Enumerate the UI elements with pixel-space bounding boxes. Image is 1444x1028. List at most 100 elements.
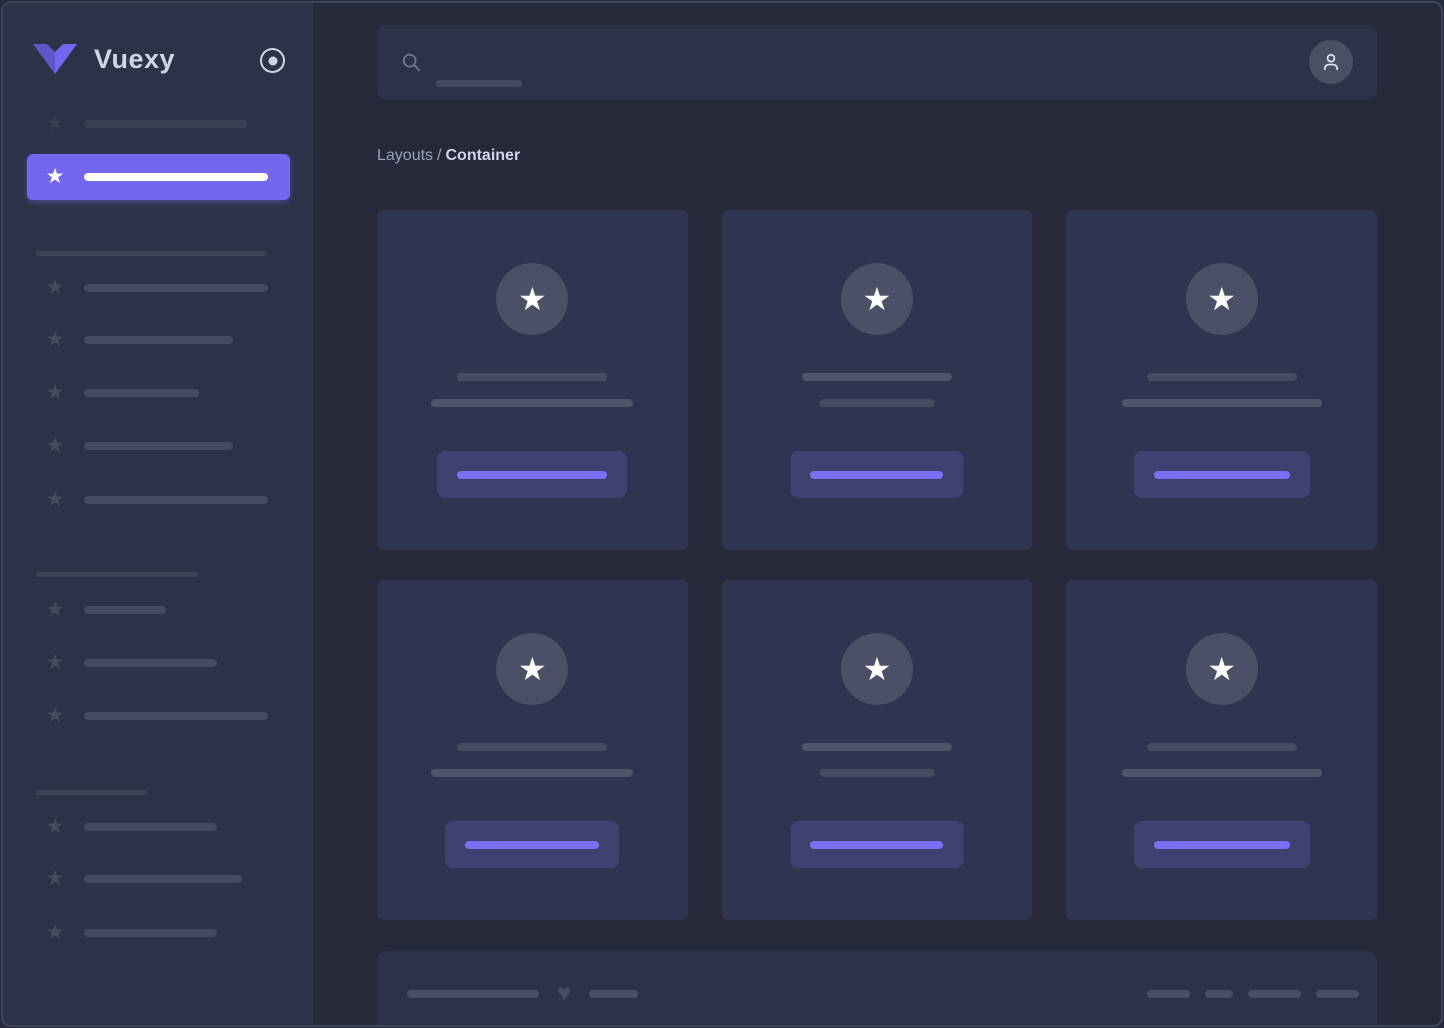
footer-link-skeleton [1248, 990, 1301, 998]
footer-right-group [1147, 990, 1359, 998]
sidebar-item-label-skeleton [84, 659, 217, 667]
card-text-skeleton [1146, 373, 1297, 381]
sidebar-section-header-skeleton [36, 789, 147, 795]
star-icon: ★ [45, 165, 65, 188]
sidebar-item[interactable]: ★ [3, 328, 313, 352]
button-label-skeleton [457, 470, 608, 479]
sidebar-item-label-skeleton [84, 173, 268, 181]
card-action-button[interactable] [1133, 821, 1310, 868]
breadcrumb-section[interactable]: Layouts [377, 147, 433, 164]
card-action-button[interactable] [437, 451, 628, 498]
star-icon: ★ [862, 651, 892, 687]
button-label-skeleton [810, 470, 944, 479]
heart-icon: ♥ [557, 980, 572, 1007]
sidebar-item[interactable]: ★ [3, 867, 313, 891]
card: ★ [1066, 210, 1377, 550]
card-text-skeleton [801, 743, 952, 751]
button-label-skeleton [1153, 840, 1290, 849]
card-text-skeleton [1146, 743, 1297, 751]
card-action-button[interactable] [790, 451, 964, 498]
sidebar-item-label-skeleton [84, 120, 247, 128]
sidebar-item[interactable]: ★ [3, 381, 313, 405]
sidebar-item-label-skeleton [84, 712, 268, 720]
button-label-skeleton [465, 840, 600, 849]
app-window: Vuexy ★ ★ ★ ★ ★ ★ ★ ★ ★ ★ ★ ★ ★ Layouts … [1, 1, 1443, 1027]
footer-text-skeleton [407, 990, 539, 998]
star-icon: ★ [45, 381, 65, 404]
star-icon: ★ [45, 112, 65, 135]
star-badge: ★ [496, 263, 569, 335]
sidebar-item-label-skeleton [84, 875, 242, 883]
card-action-button[interactable] [445, 821, 620, 868]
sidebar-item-label-skeleton [84, 442, 233, 450]
person-icon [1323, 53, 1339, 71]
sidebar-item-label-skeleton [84, 389, 199, 397]
search-bar[interactable] [377, 25, 1377, 99]
sidebar-item-active[interactable]: ★ [27, 154, 290, 200]
button-label-skeleton [1153, 470, 1290, 479]
card-grid: ★ ★ ★ ★ ★ ★ [377, 210, 1377, 920]
star-badge: ★ [1185, 263, 1258, 335]
sidebar-item-label-skeleton [84, 336, 233, 344]
footer-link-skeleton [1205, 990, 1233, 998]
star-badge: ★ [496, 633, 569, 705]
sidebar-item-label-skeleton [84, 606, 166, 614]
star-icon: ★ [1207, 281, 1236, 317]
sidebar-item[interactable]: ★ [3, 598, 313, 622]
star-icon: ★ [45, 598, 65, 621]
star-badge: ★ [840, 633, 913, 705]
star-icon: ★ [45, 867, 65, 890]
button-label-skeleton [810, 840, 944, 849]
sidebar-item[interactable]: ★ [3, 276, 313, 300]
footer-link-skeleton [1316, 990, 1359, 998]
card-text-skeleton [819, 769, 935, 777]
card: ★ [721, 580, 1033, 920]
footer-left-group: ♥ [407, 980, 639, 1007]
star-icon: ★ [45, 651, 65, 674]
star-icon: ★ [45, 488, 65, 511]
search-placeholder-skeleton [436, 80, 522, 87]
star-badge: ★ [840, 263, 913, 335]
card-text-skeleton [819, 399, 935, 407]
star-icon: ★ [517, 281, 547, 317]
search-icon [402, 53, 421, 72]
radio-dot [268, 56, 277, 65]
sidebar-item[interactable]: ★ [3, 112, 313, 136]
breadcrumb-page: Container [445, 147, 521, 164]
card: ★ [377, 210, 688, 550]
sidebar-item-label-skeleton [84, 929, 217, 937]
sidebar-item-label-skeleton [84, 496, 268, 504]
star-icon: ★ [1207, 651, 1236, 687]
sidebar-item[interactable]: ★ [3, 815, 313, 839]
sidebar-item-label-skeleton [84, 284, 268, 292]
footer-link-skeleton [1147, 990, 1190, 998]
sidebar-item-label-skeleton [84, 823, 217, 831]
card-text-skeleton [801, 373, 952, 381]
card-action-button[interactable] [790, 821, 964, 868]
radio-toggle-icon[interactable] [260, 48, 285, 73]
brand-name: Vuexy [94, 44, 176, 74]
card: ★ [721, 210, 1033, 550]
card-text-skeleton [431, 399, 634, 407]
star-icon: ★ [45, 815, 65, 838]
card-text-skeleton [431, 769, 634, 777]
card-text-skeleton [457, 743, 608, 751]
sidebar: Vuexy ★ ★ ★ ★ ★ ★ ★ ★ ★ ★ ★ ★ ★ [3, 3, 313, 1025]
star-icon: ★ [45, 921, 65, 944]
user-avatar[interactable] [1309, 40, 1353, 84]
sidebar-item[interactable]: ★ [3, 651, 313, 675]
star-icon: ★ [45, 276, 65, 299]
star-icon: ★ [45, 704, 65, 727]
card-action-button[interactable] [1133, 451, 1310, 498]
sidebar-item[interactable]: ★ [3, 704, 313, 728]
sidebar-section-header-skeleton [36, 571, 198, 577]
breadcrumb-separator: / [437, 147, 442, 164]
card-text-skeleton [1121, 399, 1322, 407]
breadcrumb: Layouts / Container [377, 144, 1377, 168]
card: ★ [1066, 580, 1377, 920]
main-content: Layouts / Container ★ ★ ★ ★ ★ ★ ♥ [313, 3, 1441, 1025]
sidebar-item[interactable]: ★ [3, 434, 313, 458]
sidebar-item[interactable]: ★ [3, 921, 313, 945]
card-text-skeleton [1121, 769, 1322, 777]
sidebar-item[interactable]: ★ [3, 488, 313, 512]
